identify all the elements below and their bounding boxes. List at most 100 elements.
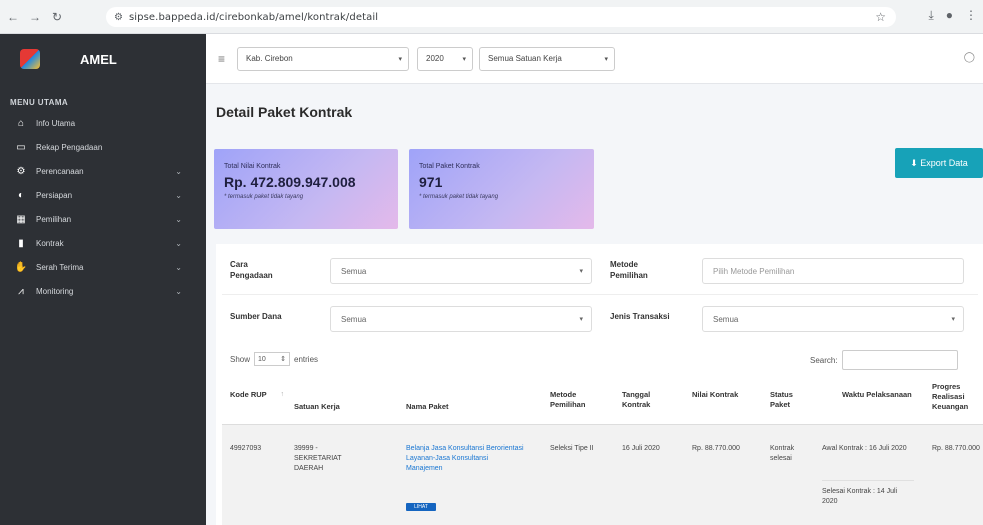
- bookmark-star-icon[interactable]: ☆: [875, 10, 886, 24]
- th-progres-realisasi[interactable]: Progres Realisasi Keuangan: [932, 382, 982, 412]
- jenis-transaksi-select[interactable]: Semua ▾: [702, 306, 964, 332]
- sidebar-item-label: Persiapan: [36, 190, 73, 200]
- header-label: Satuan Kerja: [294, 402, 340, 411]
- chevron-down-icon: ⌄: [175, 286, 182, 296]
- sumber-dana-value: Semua: [341, 314, 367, 324]
- back-icon[interactable]: ←: [4, 8, 22, 26]
- monitor-icon: ▭: [16, 141, 26, 153]
- browser-actions: ⤓ ● ⋮: [928, 8, 977, 23]
- sidebar-item-info-utama[interactable]: ⌂ Info Utama: [0, 111, 206, 135]
- cara-pengadaan-select[interactable]: Semua ▾: [330, 258, 592, 284]
- th-kode-rup[interactable]: Kode RUP ↑: [230, 390, 284, 400]
- sidebar-item-pemilihan[interactable]: ▦ Pemilihan ⌄: [0, 207, 206, 231]
- chevron-down-icon: ⌄: [175, 166, 182, 176]
- cell-progres: Rp. 88.770.000: [932, 445, 980, 452]
- brand[interactable]: AMEL: [0, 34, 206, 84]
- jenis-transaksi-label: Jenis Transaksi: [610, 312, 670, 321]
- table-row: [222, 425, 983, 525]
- satuan-kerja-value: Semua Satuan Kerja: [488, 54, 562, 63]
- th-nilai-kontrak[interactable]: Nilai Kontrak: [692, 390, 742, 400]
- header-label: Nama Paket: [406, 402, 449, 411]
- metode-pemilihan-placeholder: Pilih Metode Pemilihan: [713, 266, 795, 276]
- gear-icon: ⚙: [16, 165, 26, 177]
- kabupaten-value: Kab. Cirebon: [246, 54, 293, 63]
- cell-satuan-kerja: 39999 - SEKRETARIAT DAERAH: [294, 445, 342, 472]
- chevron-down-icon: ⌄: [175, 214, 182, 224]
- metode-pemilihan-label: Metode Pemilihan: [610, 260, 648, 280]
- sidebar-item-serah-terima[interactable]: ✋ Serah Terima ⌄: [0, 255, 206, 279]
- export-data-button[interactable]: ⬇ Export Data: [895, 148, 983, 178]
- sidebar-item-label: Info Utama: [36, 118, 76, 128]
- card-note: * termasuk paket tidak tayang: [419, 194, 499, 200]
- caret-down-icon: ▾: [604, 55, 609, 63]
- th-metode-pemilihan[interactable]: Metode Pemilihan: [550, 390, 602, 410]
- sidebar-item-kontrak[interactable]: ▮ Kontrak ⌄: [0, 231, 206, 255]
- card-value: Rp. 472.809.947.008: [224, 174, 356, 190]
- cell-kode-rup: 49927093: [230, 445, 262, 452]
- calendar-icon: ▦: [16, 213, 26, 225]
- card-value: 971: [419, 174, 443, 190]
- reload-icon[interactable]: ↻: [48, 8, 66, 26]
- chart-line-icon: ⩘: [18, 285, 24, 297]
- address-bar[interactable]: ⚙ sipse.bappeda.id/cirebonkab/amel/kontr…: [106, 7, 896, 27]
- cell-waktu-selesai: Selesai Kontrak : 14 Juli 2020: [822, 480, 914, 507]
- th-tanggal-kontrak[interactable]: Tanggal Kontrak: [622, 390, 672, 410]
- page-length-select[interactable]: 10 ⇕: [254, 352, 291, 366]
- sidebar-item-monitoring[interactable]: ⩘ Monitoring ⌄: [0, 279, 206, 303]
- brand-logo-icon: [20, 49, 40, 69]
- cell-nama-paket-link[interactable]: Belanja Jasa Konsultansi Berorientasi La…: [406, 444, 524, 473]
- kabupaten-select[interactable]: Kab. Cirebon ▾: [237, 46, 410, 71]
- chevron-down-icon: ⌄: [175, 238, 182, 248]
- kebab-menu-icon[interactable]: ⋮: [965, 8, 977, 23]
- th-satuan-kerja[interactable]: Satuan Kerja: [294, 402, 384, 412]
- show-entries: Show 10 ⇕ entries: [230, 352, 318, 366]
- sidebar-item-perencanaan[interactable]: ⚙ Perencanaan ⌄: [0, 159, 206, 183]
- profile-icon[interactable]: ●: [946, 8, 953, 23]
- caret-down-icon: ▾: [579, 268, 583, 275]
- forward-icon[interactable]: →: [26, 8, 44, 26]
- home-icon: ⌂: [17, 117, 25, 129]
- header-label: Nilai Kontrak: [692, 390, 739, 399]
- th-nama-paket[interactable]: Nama Paket: [406, 402, 516, 412]
- metode-pemilihan-select[interactable]: Pilih Metode Pemilihan: [702, 258, 964, 284]
- sidebar: AMEL MENU UTAMA ⌂ Info Utama ▭ Rekap Pen…: [0, 34, 206, 525]
- top-navbar: ≡ Kab. Cirebon ▾ 2020 ▾ Semua Satuan Ker…: [206, 34, 983, 84]
- year-select[interactable]: 2020 ▾: [417, 46, 474, 71]
- satuan-kerja-select[interactable]: Semua Satuan Kerja ▾: [479, 46, 616, 71]
- main-content: Detail Paket Kontrak Total Nilai Kontrak…: [206, 84, 983, 525]
- page-title: Detail Paket Kontrak: [216, 104, 353, 120]
- filter-divider: [222, 294, 978, 295]
- site-info-icon[interactable]: ⚙: [114, 12, 123, 23]
- caret-down-icon: ▾: [398, 55, 403, 63]
- browser-toolbar: ← → ↻ ⚙ sipse.bappeda.id/cirebonkab/amel…: [0, 0, 983, 34]
- sort-asc-icon: ↑: [280, 391, 285, 398]
- sumber-dana-label: Sumber Dana: [230, 312, 282, 321]
- search-label: Search:: [810, 355, 838, 365]
- cara-pengadaan-label: Cara Pengadaan: [230, 260, 273, 280]
- download-icon[interactable]: ⤓: [928, 8, 933, 23]
- cell-nilai: Rp. 88.770.000: [692, 445, 740, 452]
- sidebar-item-persiapan[interactable]: ◐ Persiapan ⌄: [0, 183, 206, 207]
- header-label: Kode RUP: [230, 390, 267, 399]
- chevron-down-icon: ⌄: [175, 190, 182, 200]
- th-status-paket[interactable]: Status Paket: [770, 390, 814, 410]
- hamburger-menu-icon[interactable]: ≡: [218, 52, 225, 66]
- url-text: sipse.bappeda.id/cirebonkab/amel/kontrak…: [128, 11, 379, 23]
- document-icon: ▮: [18, 237, 24, 249]
- cell-metode: Seleksi Tipe II: [550, 445, 594, 452]
- sidebar-item-label: Rekap Pengadaan: [36, 142, 103, 152]
- jenis-transaksi-value: Semua: [713, 314, 739, 324]
- th-waktu-pelaksanaan[interactable]: Waktu Pelaksanaan: [842, 390, 912, 400]
- cara-pengadaan-value: Semua: [341, 266, 367, 276]
- total-nilai-card: Total Nilai Kontrak Rp. 472.809.947.008 …: [214, 149, 398, 229]
- card-label: Total Nilai Kontrak: [224, 163, 281, 170]
- fullscreen-icon[interactable]: ◯: [964, 52, 975, 63]
- half-circle-icon: ◐: [17, 189, 25, 201]
- header-label: Status Paket: [770, 390, 793, 410]
- lihat-badge[interactable]: LIHAT: [406, 503, 436, 511]
- total-paket-card: Total Paket Kontrak 971 * termasuk paket…: [409, 149, 594, 229]
- sidebar-item-rekap-pengadaan[interactable]: ▭ Rekap Pengadaan: [0, 135, 206, 159]
- page-length-value: 10: [258, 355, 266, 363]
- search-input[interactable]: [841, 350, 958, 370]
- sumber-dana-select[interactable]: Semua ▾: [330, 306, 592, 332]
